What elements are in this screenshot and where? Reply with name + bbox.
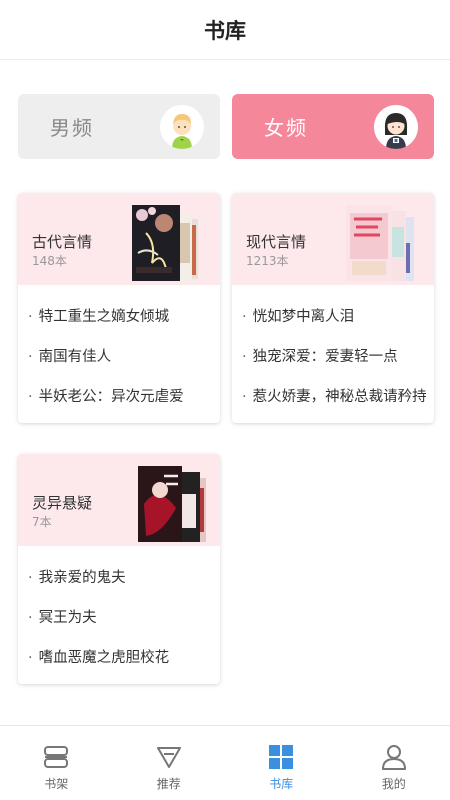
bullet-dot: · <box>28 309 33 325</box>
female-channel-label: 女频 <box>264 116 308 140</box>
library-grid-icon <box>269 745 294 769</box>
category-header[interactable]: 灵异悬疑 7本 <box>18 454 220 546</box>
bottom-tab-bar: 书架 推荐 书库 我的 <box>0 725 450 800</box>
book-cover-stack <box>132 203 202 283</box>
tab-label: 推荐 <box>156 777 181 791</box>
book-title: 特工重生之嫡女倾城 <box>38 309 170 325</box>
book-list-item[interactable]: · 半妖老公：异次元虐爱 <box>18 377 220 417</box>
book-list-item[interactable]: · 惹火娇妻，神秘总裁请矜持 <box>232 377 434 417</box>
category-header[interactable]: 古代言情 148本 <box>18 193 220 285</box>
book-list-item[interactable]: · 特工重生之嫡女倾城 <box>18 297 220 337</box>
tab-label: 我的 <box>381 777 406 791</box>
male-channel-label: 男频 <box>50 116 94 140</box>
tab-bookshelf[interactable]: 书架 <box>0 726 113 800</box>
book-cover-stack <box>346 203 416 283</box>
recommend-icon <box>156 747 181 768</box>
bookshelf-icon <box>44 746 69 768</box>
book-title: 恍如梦中离人泪 <box>252 309 355 325</box>
bullet-dot: · <box>28 349 33 365</box>
top-bar: 书库 <box>0 0 450 60</box>
bullet-dot: · <box>28 650 33 666</box>
bullet-dot: · <box>242 349 247 365</box>
female-channel-button[interactable]: 女频 <box>232 94 434 159</box>
bullet-dot: · <box>28 570 33 586</box>
bullet-dot: · <box>28 389 33 405</box>
book-cover-stack <box>138 464 208 544</box>
profile-icon <box>381 745 406 770</box>
bullet-dot: · <box>242 309 247 325</box>
category-header[interactable]: 现代言情 1213本 <box>232 193 434 285</box>
category-title: 灵异悬疑 <box>32 494 93 512</box>
tab-label: 书架 <box>44 777 69 791</box>
book-list-item[interactable]: · 我亲爱的鬼夫 <box>18 558 220 598</box>
book-title: 嗜血恶魔之虎胆校花 <box>38 650 170 666</box>
book-title: 半妖老公：异次元虐爱 <box>38 389 184 405</box>
book-list: · 特工重生之嫡女倾城 · 南国有佳人 · 半妖老公：异次元虐爱 <box>18 285 220 423</box>
book-list-item[interactable]: · 嗜血恶魔之虎胆校花 <box>18 638 220 678</box>
category-count: 148本 <box>32 254 67 268</box>
book-list-item[interactable]: · 独宠深爱：爱妻轻一点 <box>232 337 434 377</box>
category-card-ancient-romance[interactable]: 古代言情 148本 · 特工重生之嫡女倾城 · 南国有佳人 · 半妖老公：异次元虐爱 <box>18 193 220 423</box>
tab-profile[interactable]: 我的 <box>338 726 450 800</box>
book-title: 惹火娇妻，神秘总裁请矜持 <box>252 389 427 405</box>
category-title: 古代言情 <box>32 233 93 251</box>
book-list: · 我亲爱的鬼夫 · 冥王为夫 · 嗜血恶魔之虎胆校花 <box>18 546 220 684</box>
category-count: 7本 <box>32 515 52 529</box>
category-card-modern-romance[interactable]: 现代言情 1213本 · 恍如梦中离人泪 · 独宠深爱：爱妻轻一点 · 惹火娇妻，神秘… <box>232 193 434 423</box>
book-list-item[interactable]: · 南国有佳人 <box>18 337 220 377</box>
book-list: · 恍如梦中离人泪 · 独宠深爱：爱妻轻一点 · 惹火娇妻，神秘总裁请矜持 <box>232 285 434 423</box>
category-count: 1213本 <box>246 254 289 268</box>
book-title: 南国有佳人 <box>38 349 112 365</box>
category-title: 现代言情 <box>246 233 307 251</box>
category-card-supernatural-suspense[interactable]: 灵异悬疑 7本 · 我亲爱的鬼夫 · 冥王为夫 · 嗜血恶魔之虎胆校花 <box>18 454 220 684</box>
boy-avatar-icon <box>160 105 204 149</box>
book-title: 冥王为夫 <box>38 610 97 626</box>
book-list-item[interactable]: · 冥王为夫 <box>18 598 220 638</box>
tab-label: 书库 <box>269 777 294 791</box>
bullet-dot: · <box>242 389 247 405</box>
book-title: 独宠深爱：爱妻轻一点 <box>252 349 398 365</box>
book-list-item[interactable]: · 恍如梦中离人泪 <box>232 297 434 337</box>
tab-recommend[interactable]: 推荐 <box>113 726 226 800</box>
tab-library[interactable]: 书库 <box>225 726 338 800</box>
book-title: 我亲爱的鬼夫 <box>38 570 126 586</box>
bullet-dot: · <box>28 610 33 626</box>
page-title: 书库 <box>204 18 246 43</box>
girl-avatar-icon <box>374 105 418 149</box>
male-channel-button[interactable]: 男频 <box>18 94 220 159</box>
